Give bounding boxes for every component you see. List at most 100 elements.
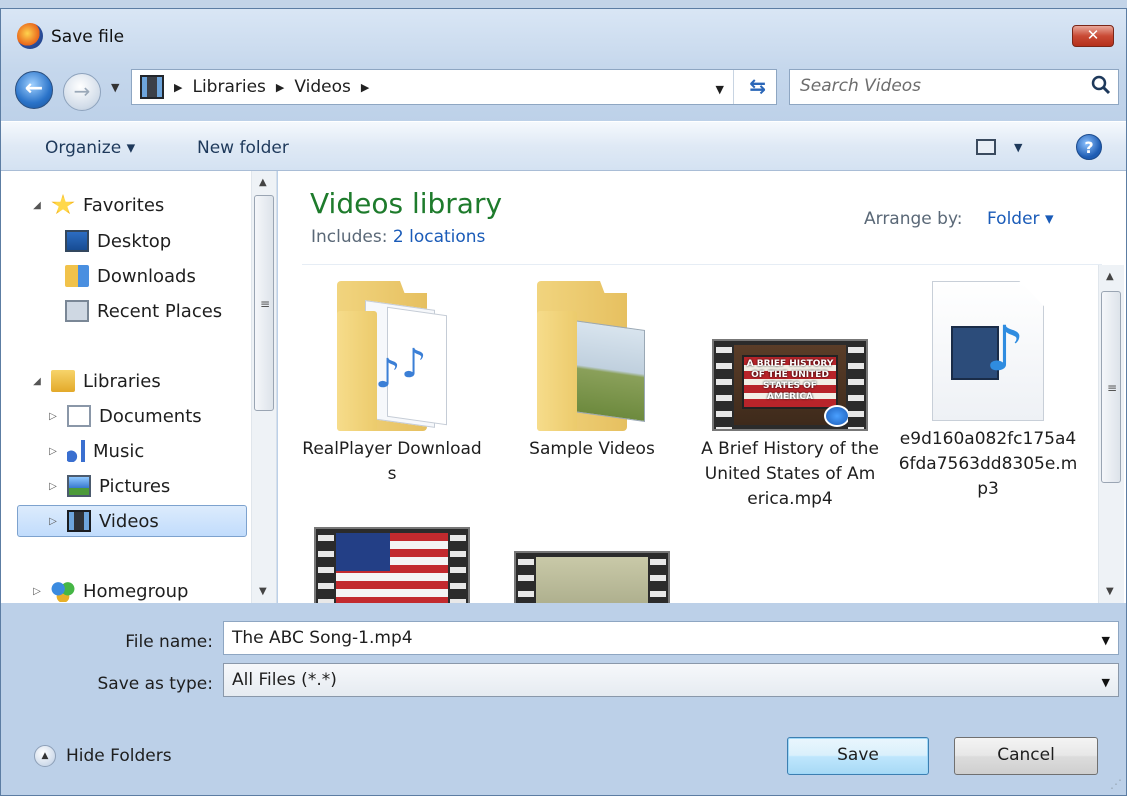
tree-item-favorites[interactable]: ◢ Favorites — [31, 189, 164, 221]
tree-item-libraries[interactable]: ◢ Libraries — [31, 365, 161, 397]
content-pane: Videos library Includes: 2 locations Arr… — [278, 171, 1126, 603]
video-thumbnail: A BRIEF HISTORY OF THE UNITED STATES OF … — [712, 339, 868, 431]
save-as-type-select[interactable]: All Files (*.*) ▼ — [223, 663, 1119, 697]
chevron-right-icon[interactable]: ▶ — [361, 81, 369, 94]
tree-label: Desktop — [97, 230, 172, 252]
file-item-mp3[interactable]: ♪ e9d160a082fc175a46fda7563dd8305e.mp3 — [898, 281, 1078, 502]
library-includes: Includes: 2 locations — [311, 227, 485, 247]
address-separator — [733, 70, 734, 104]
search-icon[interactable] — [1090, 74, 1112, 96]
new-folder-button[interactable]: New folder — [197, 138, 289, 158]
save-as-type-label: Save as type: — [97, 674, 213, 694]
file-item-realplayer-downloads[interactable]: ♪ ♪ RealPlayer Downloads — [302, 281, 482, 487]
chevron-right-icon[interactable]: ▶ — [276, 81, 284, 94]
toolbar: Organize ▾ New folder ▼ ? — [1, 121, 1126, 171]
tree-label: Recent Places — [97, 300, 223, 322]
help-icon[interactable]: ? — [1076, 134, 1102, 160]
tree-item-recent-places[interactable]: Recent Places — [65, 295, 222, 327]
tree-item-music[interactable]: ▷ Music — [47, 435, 144, 467]
chevron-down-icon[interactable]: ▼ — [1102, 634, 1110, 647]
window-title: Save file — [51, 27, 125, 47]
file-label: RealPlayer Downloads — [302, 439, 482, 484]
collapse-arrow-icon[interactable]: ◢ — [31, 200, 43, 211]
chevron-right-icon[interactable]: ▶ — [174, 81, 182, 94]
file-item-brief-history-mp4[interactable]: A BRIEF HISTORY OF THE UNITED STATES OF … — [700, 281, 880, 512]
file-label: Sample Videos — [529, 439, 655, 459]
downloads-folder-icon — [65, 265, 89, 287]
scroll-up-arrow-icon[interactable]: ▲ — [1106, 271, 1114, 282]
refresh-icon[interactable]: ⇆ — [749, 74, 766, 98]
desktop-icon — [65, 230, 89, 252]
resize-grip-icon[interactable]: ⋰ — [1110, 777, 1122, 791]
arrange-by-dropdown[interactable]: Folder ▾ — [987, 209, 1053, 229]
file-item-video[interactable] — [502, 551, 682, 603]
title-bar: Save file ✕ — [1, 9, 1126, 49]
thumbnail-caption: A BRIEF HISTORY OF THE UNITED STATES OF … — [746, 359, 834, 402]
expand-arrow-icon[interactable]: ▷ — [47, 446, 59, 457]
tree-item-homegroup[interactable]: ▷ Homegroup — [31, 575, 188, 603]
grip-icon: ≡ — [260, 297, 271, 311]
star-icon — [51, 194, 75, 215]
cancel-button[interactable]: Cancel — [954, 737, 1098, 775]
expand-arrow-icon[interactable]: ▷ — [47, 516, 59, 527]
tree-item-videos[interactable]: ▷ Videos — [17, 505, 247, 537]
file-name-field[interactable]: The ABC Song-1.mp4 ▼ — [223, 621, 1119, 655]
breadcrumb-libraries[interactable]: Libraries — [192, 77, 265, 97]
tree-label: Videos — [99, 510, 159, 532]
scroll-up-arrow-icon[interactable]: ▲ — [259, 177, 267, 188]
tree-item-documents[interactable]: ▷ Documents — [47, 400, 202, 432]
navigation-pane: ◢ Favorites Desktop Downloads Recent Pla… — [1, 171, 277, 603]
tree-item-pictures[interactable]: ▷ Pictures — [47, 470, 170, 502]
save-file-dialog: Save file ✕ ← → ▼ ▶ Libraries ▶ Videos ▶… — [0, 8, 1127, 796]
locations-link[interactable]: 2 locations — [393, 227, 486, 247]
address-row: ← → ▼ ▶ Libraries ▶ Videos ▶ ▼ ⇆ — [1, 67, 1126, 111]
file-name-value[interactable]: The ABC Song-1.mp4 — [232, 628, 413, 648]
back-button[interactable]: ← — [15, 71, 53, 109]
content-scrollbar[interactable]: ▲ ≡ ▼ — [1098, 265, 1124, 603]
scroll-down-arrow-icon[interactable]: ▼ — [1106, 586, 1114, 597]
expand-arrow-icon[interactable]: ▷ — [47, 481, 59, 492]
expand-arrow-icon[interactable]: ▷ — [31, 586, 43, 597]
organize-button[interactable]: Organize ▾ — [45, 138, 135, 158]
address-dropdown[interactable]: ▼ — [716, 83, 724, 96]
forward-button[interactable]: → — [63, 73, 101, 111]
file-item-sample-videos[interactable]: Sample Videos — [502, 281, 682, 462]
tree-label: Music — [93, 440, 145, 462]
video-library-icon — [67, 510, 91, 532]
nav-scrollbar[interactable]: ▲ ≡ ▼ — [251, 171, 276, 603]
library-title: Videos library — [310, 187, 503, 220]
tree-item-downloads[interactable]: Downloads — [65, 260, 196, 292]
video-thumbnail — [514, 551, 670, 603]
hide-folders-label: Hide Folders — [66, 746, 172, 766]
breadcrumb-videos[interactable]: Videos — [294, 77, 351, 97]
recent-places-icon — [65, 300, 89, 322]
close-button[interactable]: ✕ — [1072, 25, 1114, 47]
search-box[interactable] — [789, 69, 1119, 105]
video-thumbnail — [314, 527, 470, 603]
tree-item-desktop[interactable]: Desktop — [65, 225, 171, 257]
folder-icon — [537, 281, 647, 431]
divider — [302, 264, 1102, 265]
address-bar[interactable]: ▶ Libraries ▶ Videos ▶ ▼ ⇆ — [131, 69, 777, 105]
hide-folders-button[interactable]: ▲ Hide Folders — [34, 745, 172, 767]
file-label: A Brief History of the United States of … — [701, 439, 879, 509]
documents-icon — [67, 405, 91, 427]
view-options-dropdown[interactable]: ▼ — [1014, 141, 1022, 154]
tree-label: Downloads — [97, 265, 196, 287]
save-button[interactable]: Save — [787, 737, 929, 775]
arrange-by-label: Arrange by: — [864, 209, 963, 229]
tree-label: Homegroup — [83, 580, 189, 602]
change-view-icon[interactable] — [976, 139, 996, 155]
expand-arrow-icon[interactable]: ▷ — [47, 411, 59, 422]
tree-label: Libraries — [83, 370, 161, 392]
file-label: e9d160a082fc175a46fda7563dd8305e.mp3 — [898, 429, 1078, 499]
file-item-flag-video[interactable] — [302, 527, 482, 603]
search-input[interactable] — [800, 76, 1080, 96]
homegroup-icon — [51, 580, 75, 602]
chevron-down-icon[interactable]: ▼ — [1102, 676, 1110, 689]
recent-pages-dropdown[interactable]: ▼ — [111, 81, 119, 94]
scroll-down-arrow-icon[interactable]: ▼ — [259, 586, 267, 597]
collapse-arrow-icon[interactable]: ◢ — [31, 376, 43, 387]
libraries-icon — [51, 370, 75, 392]
tree-label: Documents — [99, 405, 202, 427]
